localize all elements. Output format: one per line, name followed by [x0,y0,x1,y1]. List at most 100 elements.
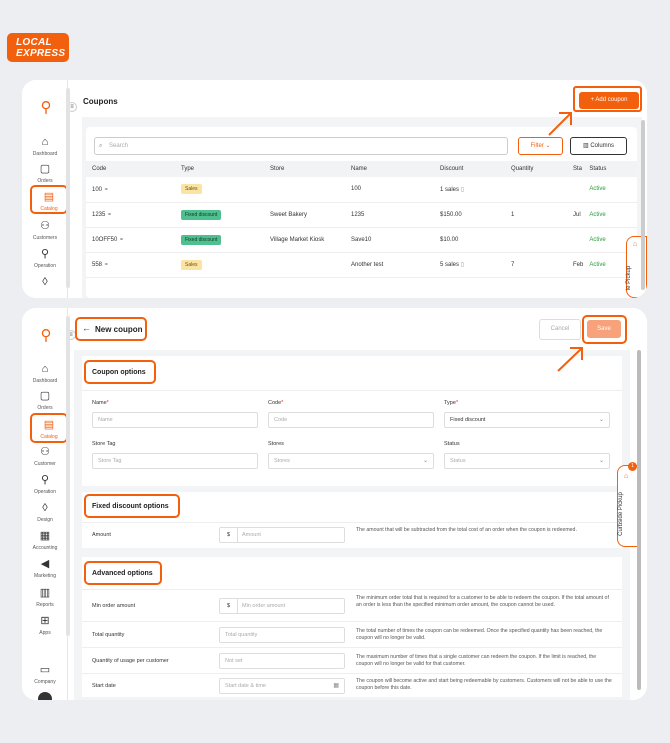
table-row[interactable]: 1235 ⚭ Fixed discount Sweet Bakery 1235 … [86,202,637,228]
cell-start [567,227,584,253]
table-row[interactable]: 558 ⚭ Sales Another test 5 sales ▯ 7 Feb… [86,252,637,278]
columns-button[interactable]: ▥ Columns [570,137,627,155]
cell-quantity: 7 [505,252,567,278]
required-asterisk: * [106,400,109,406]
sidebar-item-label: Orders [37,405,53,411]
sidebar-item-company[interactable]: ▭ Company [22,664,68,685]
filter-label: Filter [530,143,544,149]
search-input[interactable]: ⌕ Search [94,137,508,155]
code-label: Code* [268,400,283,406]
sidebar: ⚲ ⌂ Dashboard ▢ Orders ▤ Catalog ⚇ Customer … [22,308,68,700]
back-arrow-icon[interactable]: ← [82,323,91,333]
cell-status: Active [583,202,637,228]
select-value: Fixed discount [450,417,486,423]
sidebar-item-design[interactable]: ◊ Design [22,502,68,523]
sidebar-item-label: Dashboard [32,151,58,157]
copy-link-icon[interactable]: ⚭ [119,237,124,243]
content-scrollbar[interactable] [637,350,641,690]
copy-link-icon[interactable]: ⚭ [104,187,109,193]
store-tag-input[interactable]: Store Tag [92,453,258,469]
total-quantity-help-text: The total number of times the coupon can… [356,628,603,641]
header-label: Sta [573,166,583,172]
sidebar-item-orders[interactable]: ▢ Orders [22,390,68,411]
table-header-row: Code Type Store Name Discount Quantity S… [86,161,637,177]
avatar[interactable] [38,692,52,700]
copy-link-icon[interactable]: ⚭ [107,212,112,218]
sidebar-item-label: Catalog [40,206,58,212]
clipboard-icon: ▤ [43,191,55,203]
per-customer-input[interactable]: Not set [219,653,345,669]
sidebar-item-catalog[interactable]: ▤ Catalog [30,185,68,214]
total-quantity-input[interactable]: Total quantity [219,627,345,643]
home-icon: ⌂ [41,363,49,375]
cell-store: Sweet Bakery [264,202,345,228]
sidebar-scrollbar[interactable] [66,88,70,288]
sidebar-item-accounting[interactable]: ▦ Accounting [22,530,68,551]
sidebar-item-label: Operation [34,263,56,269]
min-order-label: Min order amount [92,603,136,609]
stores-select[interactable]: Stores ⌄ [268,453,434,469]
type-badge: Sales [181,259,202,270]
table-row[interactable]: 100 ⚭ Sales 100 1 sales ▯ Active [86,177,637,203]
cell-code: 10OFF50 [92,237,118,243]
row-divider [82,647,622,648]
bag-icon: ▢ [39,390,51,402]
column-header-store[interactable]: Store [264,161,345,177]
sidebar-item-reports[interactable]: ▥ Reports [22,587,68,608]
home-icon: ⌂ [41,136,49,148]
min-order-input[interactable]: $ Min order amount [219,598,345,614]
curbside-pickup-tab[interactable]: ⌂ Curbside Pickup [617,465,639,547]
column-header-name[interactable]: Name [345,161,434,177]
column-header-status[interactable]: Status [583,161,637,177]
sidebar-item-catalog[interactable]: ▤ Catalog [30,413,68,443]
sidebar-item-design[interactable]: ◊ [22,276,68,291]
chevron-down-icon: ⌄ [598,417,604,423]
sidebar-item-customers[interactable]: ⚇ Customers [22,220,68,241]
column-header-discount[interactable]: Discount [434,161,505,177]
name-input[interactable]: Name [92,412,258,428]
sidebar-item-operation[interactable]: ⚲ Operation [22,248,68,269]
document-icon: ▯ [460,262,464,268]
content-scrollbar[interactable] [641,120,645,290]
sidebar-item-orders[interactable]: ▢ Orders [22,163,68,184]
sidebar-item-dashboard[interactable]: ⌂ Dashboard [22,136,68,157]
sidebar-item-marketing[interactable]: ◀ Marketing [22,558,68,579]
section-divider [82,522,622,523]
amount-input[interactable]: $ Amount [219,527,345,543]
code-input[interactable]: Code [268,412,434,428]
sidebar-item-apps[interactable]: ⊞ Apps [22,615,68,636]
calculator-icon: ▦ [39,530,51,542]
status-select[interactable]: Status ⌄ [444,453,610,469]
sidebar-scrollbar[interactable] [66,316,70,636]
chevron-down-icon: ⌄ [422,458,428,464]
cancel-button[interactable]: Cancel [539,319,581,340]
row-divider [82,621,622,622]
cell-discount: 5 sales [440,262,460,268]
type-select[interactable]: Fixed discount ⌄ [444,412,610,428]
save-button[interactable]: Save [587,320,621,338]
network-icon: ⚲ [40,474,50,486]
fixed-discount-title-highlight: Fixed discount options [84,494,180,518]
copy-link-icon[interactable]: ⚭ [104,262,109,268]
add-coupon-button[interactable]: + Add coupon [579,92,639,109]
column-header-code[interactable]: Code [86,161,175,177]
table-row[interactable]: 10OFF50 ⚭ Fixed discount Village Market … [86,227,637,253]
coupon-options-section: Coupon options Name* Name Code* Code Typ… [82,356,622,486]
page-title: Coupons [83,97,118,106]
start-date-input[interactable]: Start date & time ▦ [219,678,345,694]
sidebar: ⚲ ⌂ Dashboard ▢ Orders ▤ Catalog ⚇ Customers… [22,80,68,298]
sidebar-item-dashboard[interactable]: ⌂ Dashboard [22,363,68,384]
column-header-type[interactable]: Type [175,161,264,177]
column-header-quantity[interactable]: Quantity [505,161,567,177]
field-label-text: Name [92,400,107,406]
sidebar-item-label: Reports [36,602,54,608]
sidebar-item-operation[interactable]: ⚲ Operation [22,474,68,495]
annotation-arrow-top [548,112,572,136]
cell-quantity [505,227,567,253]
sidebar-item-customer[interactable]: ⚇ Customer [22,446,68,467]
fixed-discount-section: Fixed discount options Amount $ Amount T… [82,492,622,548]
megaphone-icon: ◀ [40,558,50,570]
column-header-start[interactable]: Sta [567,161,584,177]
filter-button[interactable]: Filter ⌄ [518,137,563,155]
cell-store: Village Market Kiosk [264,227,345,253]
